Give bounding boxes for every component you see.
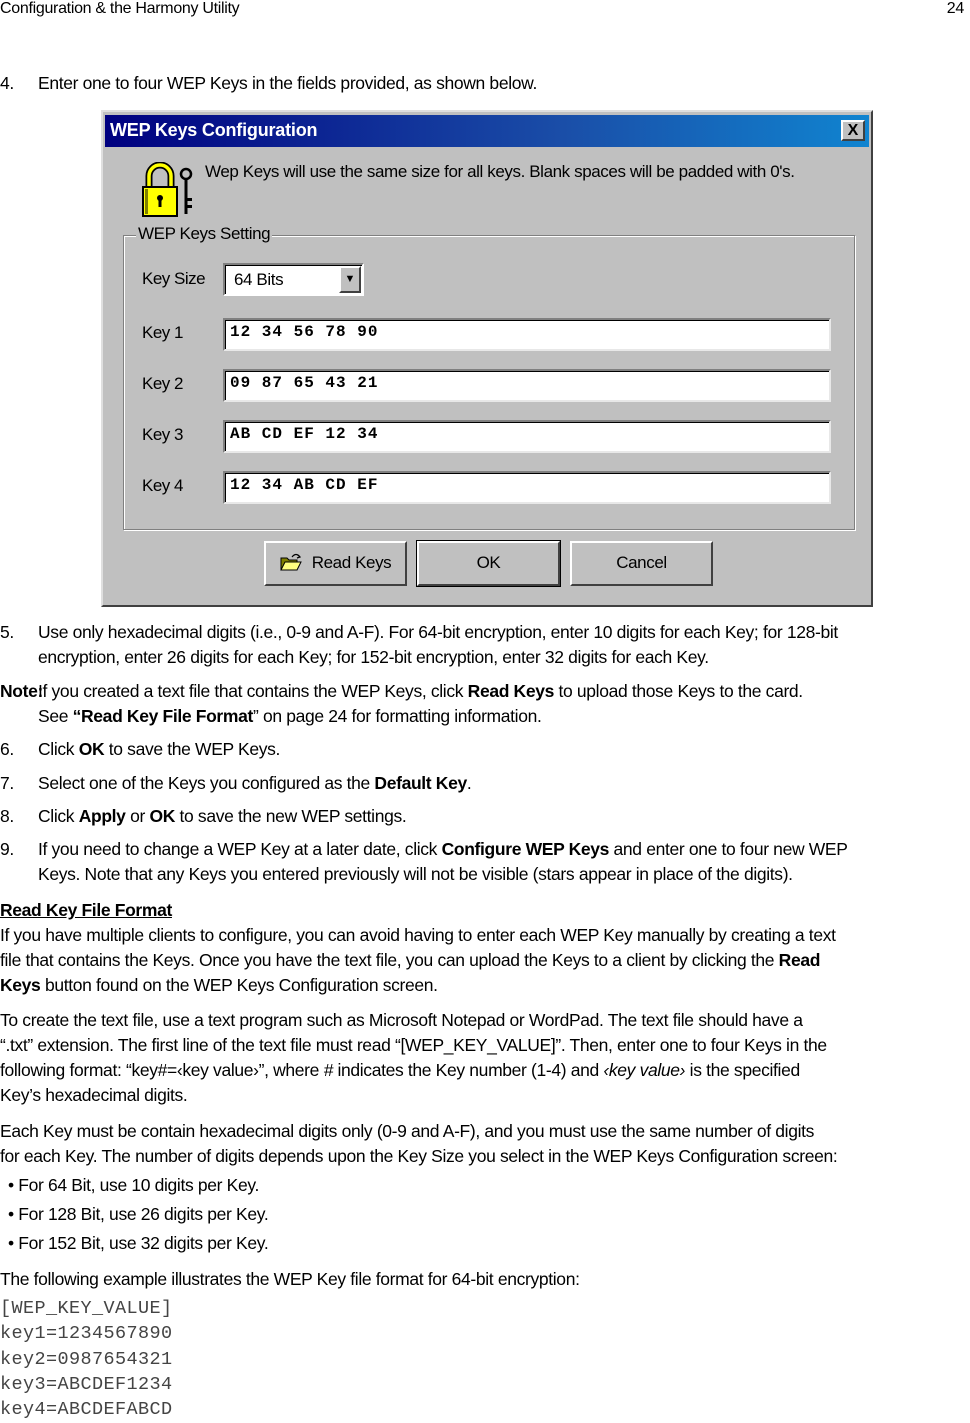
- step-number: 5.: [0, 622, 14, 642]
- key-3-input[interactable]: AB CD EF 12 34: [223, 420, 831, 453]
- ok-button[interactable]: OK: [416, 540, 561, 587]
- ok-label: OK: [476, 553, 501, 572]
- para3-line2: for each Key. The number of digits depen…: [0, 1146, 838, 1166]
- para1-line2: file that contains the Keys. Once you ha…: [0, 950, 821, 970]
- chevron-down-icon[interactable]: ▼: [339, 266, 361, 293]
- wep-keys-dialog: WEP Keys Configuration X Wep Keys will u…: [101, 110, 873, 607]
- step-number: 4.: [0, 73, 14, 93]
- para3-line1: Each Key must be contain hexadecimal dig…: [0, 1121, 815, 1141]
- para2-line1: To create the text file, use a text prog…: [0, 1010, 803, 1030]
- bullet-152: • For 152 Bit, use 32 digits per Key.: [8, 1233, 269, 1253]
- para1-line3: Keys button found on the WEP Keys Config…: [0, 975, 438, 995]
- key-3-label: Key 3: [142, 425, 183, 444]
- open-folder-icon: [279, 553, 302, 571]
- note-label: Note:: [0, 681, 43, 701]
- code-line: key2=0987654321: [0, 1349, 173, 1370]
- key-size-select[interactable]: 64 Bits ▼: [223, 263, 364, 296]
- close-button[interactable]: X: [841, 120, 865, 141]
- key-2-label: Key 2: [142, 374, 183, 393]
- code-line: [WEP_KEY_VALUE]: [0, 1298, 173, 1319]
- note-line1: If you created a text file that contains…: [38, 681, 803, 701]
- para2-line3: following format: “key#=‹key value›”, wh…: [0, 1060, 800, 1080]
- cancel-button[interactable]: Cancel: [570, 541, 713, 586]
- section-title: Configuration & the Harmony Utility: [0, 0, 240, 17]
- read-keys-button[interactable]: Read Keys: [264, 541, 407, 586]
- key-4-input[interactable]: 12 34 AB CD EF: [223, 471, 831, 504]
- example-intro: The following example illustrates the WE…: [0, 1269, 580, 1289]
- key-size-label: Key Size: [142, 269, 206, 288]
- running-header: Configuration & the Harmony Utility 24: [0, 0, 970, 22]
- padlock-key-icon: [142, 162, 193, 217]
- para2-line4: Key’s hexadecimal digits.: [0, 1085, 188, 1105]
- read-key-file-format-link[interactable]: “Read Key File Format: [73, 706, 254, 726]
- key-size-value: 64 Bits: [234, 270, 284, 289]
- para2-line2: “.txt” extension. The first line of the …: [0, 1035, 827, 1055]
- code-line: key1=1234567890: [0, 1323, 173, 1344]
- group-label: WEP Keys Setting: [136, 224, 273, 244]
- cancel-label: Cancel: [616, 553, 667, 572]
- note-line2: See “Read Key File Format” on page 24 fo…: [38, 706, 542, 726]
- key-2-input[interactable]: 09 87 65 43 21: [223, 369, 831, 402]
- para1-line1: If you have multiple clients to configur…: [0, 925, 836, 945]
- bullet-128: • For 128 Bit, use 26 digits per Key.: [8, 1204, 269, 1224]
- bullet-64: • For 64 Bit, use 10 digits per Key.: [8, 1175, 259, 1195]
- step-text-line2: encryption, enter 26 digits for each Key…: [38, 647, 709, 667]
- read-keys-label: Read Keys: [311, 553, 392, 572]
- dialog-title: WEP Keys Configuration: [110, 120, 318, 140]
- info-message: Wep Keys will use the same size for all …: [205, 162, 795, 181]
- key-1-input[interactable]: 12 34 56 78 90: [223, 318, 831, 351]
- section-heading: Read Key File Format: [0, 900, 172, 920]
- code-line: key3=ABCDEF1234: [0, 1374, 173, 1395]
- step-text-line1: Use only hexadecimal digits (i.e., 0-9 a…: [38, 622, 838, 642]
- close-icon: X: [847, 122, 859, 139]
- key-4-label: Key 4: [142, 476, 183, 495]
- page-number: 24: [946, 0, 965, 17]
- title-bar: WEP Keys Configuration X: [105, 115, 869, 147]
- key-1-label: Key 1: [142, 323, 183, 342]
- step-text: Enter one to four WEP Keys in the fields…: [38, 73, 537, 93]
